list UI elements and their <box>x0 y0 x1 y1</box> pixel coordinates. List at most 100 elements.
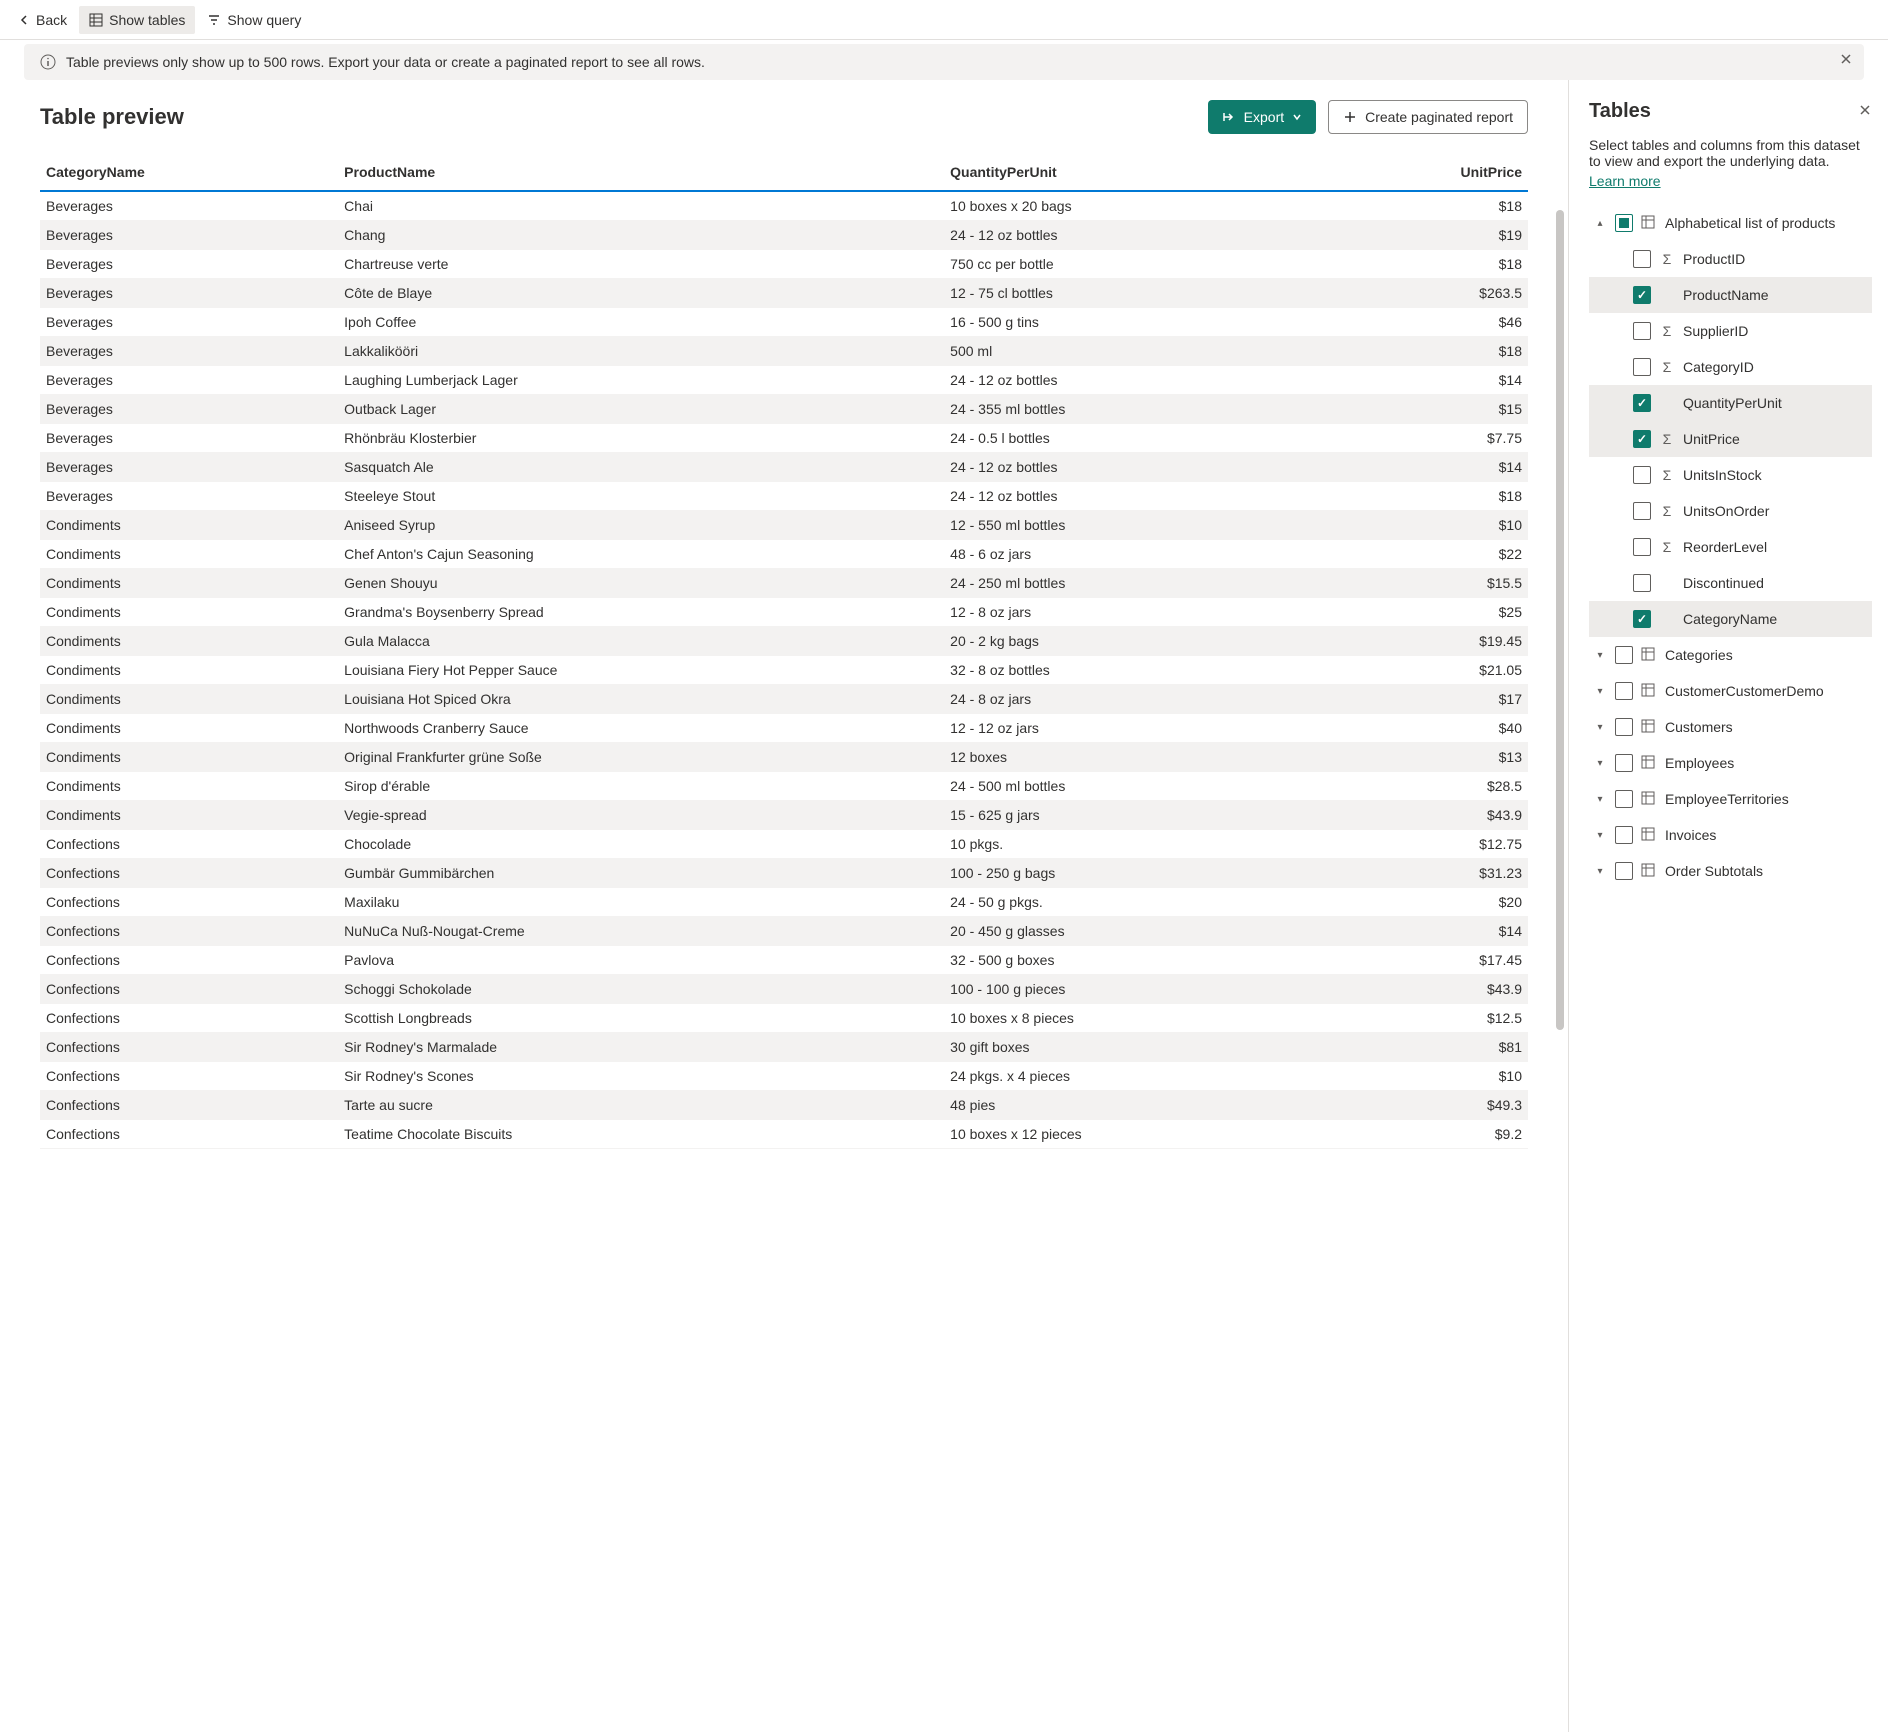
tree-column[interactable]: CategoryName <box>1589 601 1872 637</box>
tree-column[interactable]: ProductName <box>1589 277 1872 313</box>
tree-column[interactable]: QuantityPerUnit <box>1589 385 1872 421</box>
checkbox[interactable] <box>1633 322 1651 340</box>
table-row[interactable]: ConfectionsChocolade10 pkgs.$12.75 <box>40 830 1528 859</box>
scrollbar-thumb[interactable] <box>1556 210 1564 1030</box>
tree-table-expanded[interactable]: ▴Alphabetical list of products <box>1589 205 1872 241</box>
show-query-button[interactable]: Show query <box>197 6 311 34</box>
table-cell: $10 <box>1330 511 1528 540</box>
tree-column[interactable]: ΣSupplierID <box>1589 313 1872 349</box>
table-row[interactable]: BeveragesChartreuse verte750 cc per bott… <box>40 250 1528 279</box>
table-row[interactable]: BeveragesLaughing Lumberjack Lager24 - 1… <box>40 366 1528 395</box>
table-cell: Confections <box>40 975 338 1004</box>
table-row[interactable]: CondimentsChef Anton's Cajun Seasoning48… <box>40 540 1528 569</box>
table-row[interactable]: BeveragesChai10 boxes x 20 bags$18 <box>40 191 1528 221</box>
tree-table[interactable]: ▾CustomerCustomerDemo <box>1589 673 1872 709</box>
table-cell: 48 pies <box>944 1091 1330 1120</box>
checkbox[interactable] <box>1633 358 1651 376</box>
checkbox[interactable] <box>1633 574 1651 592</box>
table-row[interactable]: BeveragesSteeleye Stout24 - 12 oz bottle… <box>40 482 1528 511</box>
tree-column[interactable]: ΣUnitPrice <box>1589 421 1872 457</box>
column-header[interactable]: UnitPrice <box>1330 154 1528 191</box>
checkbox[interactable] <box>1633 610 1651 628</box>
tree-column[interactable]: ΣProductID <box>1589 241 1872 277</box>
table-row[interactable]: CondimentsAniseed Syrup12 - 550 ml bottl… <box>40 511 1528 540</box>
back-button[interactable]: Back <box>8 6 77 34</box>
table-row[interactable]: CondimentsLouisiana Hot Spiced Okra24 - … <box>40 685 1528 714</box>
checkbox[interactable] <box>1633 394 1651 412</box>
tree-column[interactable]: ΣUnitsInStock <box>1589 457 1872 493</box>
tree-column[interactable]: ΣReorderLevel <box>1589 529 1872 565</box>
table-row[interactable]: ConfectionsSir Rodney's Scones24 pkgs. x… <box>40 1062 1528 1091</box>
table-row[interactable]: CondimentsOriginal Frankfurter grüne Soß… <box>40 743 1528 772</box>
table-row[interactable]: BeveragesCôte de Blaye12 - 75 cl bottles… <box>40 279 1528 308</box>
tree-table[interactable]: ▾Order Subtotals <box>1589 853 1872 889</box>
table-row[interactable]: ConfectionsPavlova32 - 500 g boxes$17.45 <box>40 946 1528 975</box>
checkbox[interactable] <box>1633 250 1651 268</box>
table-row[interactable]: ConfectionsTeatime Chocolate Biscuits10 … <box>40 1120 1528 1149</box>
table-row[interactable]: CondimentsNorthwoods Cranberry Sauce12 -… <box>40 714 1528 743</box>
checkbox[interactable] <box>1615 646 1633 664</box>
checkbox[interactable] <box>1633 466 1651 484</box>
column-name: QuantityPerUnit <box>1683 395 1782 411</box>
table-row[interactable]: BeveragesSasquatch Ale24 - 12 oz bottles… <box>40 453 1528 482</box>
table-row[interactable]: ConfectionsSchoggi Schokolade100 - 100 g… <box>40 975 1528 1004</box>
table-cell: $18 <box>1330 191 1528 221</box>
table-row[interactable]: ConfectionsScottish Longbreads10 boxes x… <box>40 1004 1528 1033</box>
create-report-button[interactable]: Create paginated report <box>1328 100 1528 134</box>
table-row[interactable]: CondimentsGrandma's Boysenberry Spread12… <box>40 598 1528 627</box>
table-row[interactable]: BeveragesLakkalikööri500 ml$18 <box>40 337 1528 366</box>
tree-column[interactable]: ΣCategoryID <box>1589 349 1872 385</box>
checkbox[interactable] <box>1615 790 1633 808</box>
tree-column[interactable]: Discontinued <box>1589 565 1872 601</box>
panel-close-button[interactable] <box>1858 101 1872 122</box>
table-row[interactable]: BeveragesChang24 - 12 oz bottles$19 <box>40 221 1528 250</box>
tree-table[interactable]: ▾Employees <box>1589 745 1872 781</box>
show-tables-button[interactable]: Show tables <box>79 6 195 34</box>
column-header[interactable]: ProductName <box>338 154 944 191</box>
tree-column[interactable]: ΣUnitsOnOrder <box>1589 493 1872 529</box>
checkbox[interactable] <box>1633 286 1651 304</box>
table-row[interactable]: CondimentsLouisiana Fiery Hot Pepper Sau… <box>40 656 1528 685</box>
column-header[interactable]: CategoryName <box>40 154 338 191</box>
table-row[interactable]: CondimentsGula Malacca20 - 2 kg bags$19.… <box>40 627 1528 656</box>
table-cell: $15 <box>1330 395 1528 424</box>
info-close-button[interactable] <box>1840 52 1852 70</box>
tree-table[interactable]: ▾EmployeeTerritories <box>1589 781 1872 817</box>
table-cell: Louisiana Fiery Hot Pepper Sauce <box>338 656 944 685</box>
table-icon <box>1641 827 1657 844</box>
checkbox[interactable] <box>1633 430 1651 448</box>
table-row[interactable]: BeveragesRhönbräu Klosterbier24 - 0.5 l … <box>40 424 1528 453</box>
table-cell: Beverages <box>40 221 338 250</box>
checkbox[interactable] <box>1615 826 1633 844</box>
table-cell: $12.75 <box>1330 830 1528 859</box>
checkbox[interactable] <box>1633 538 1651 556</box>
table-cell: Louisiana Hot Spiced Okra <box>338 685 944 714</box>
table-row[interactable]: ConfectionsMaxilaku24 - 50 g pkgs.$20 <box>40 888 1528 917</box>
checkbox[interactable] <box>1615 718 1633 736</box>
table-row[interactable]: ConfectionsTarte au sucre48 pies$49.3 <box>40 1091 1528 1120</box>
table-row[interactable]: CondimentsVegie-spread15 - 625 g jars$43… <box>40 801 1528 830</box>
checkbox[interactable] <box>1615 862 1633 880</box>
checkbox[interactable] <box>1615 754 1633 772</box>
table-row[interactable]: CondimentsSirop d'érable24 - 500 ml bott… <box>40 772 1528 801</box>
table-row[interactable]: ConfectionsSir Rodney's Marmalade30 gift… <box>40 1033 1528 1062</box>
table-header-row: CategoryNameProductNameQuantityPerUnitUn… <box>40 154 1528 191</box>
table-row[interactable]: BeveragesOutback Lager24 - 355 ml bottle… <box>40 395 1528 424</box>
table-cell: $19.45 <box>1330 627 1528 656</box>
checkbox[interactable] <box>1633 502 1651 520</box>
table-cell: 750 cc per bottle <box>944 250 1330 279</box>
tree-table[interactable]: ▾Customers <box>1589 709 1872 745</box>
table-row[interactable]: CondimentsGenen Shouyu24 - 250 ml bottle… <box>40 569 1528 598</box>
table-cell: Beverages <box>40 366 338 395</box>
column-header[interactable]: QuantityPerUnit <box>944 154 1330 191</box>
tree-table[interactable]: ▾Categories <box>1589 637 1872 673</box>
export-button[interactable]: Export <box>1208 100 1316 134</box>
column-name: UnitsOnOrder <box>1683 503 1769 519</box>
tree-table[interactable]: ▾Invoices <box>1589 817 1872 853</box>
learn-more-link[interactable]: Learn more <box>1589 173 1661 189</box>
checkbox-indeterminate[interactable] <box>1615 214 1633 232</box>
table-row[interactable]: BeveragesIpoh Coffee16 - 500 g tins$46 <box>40 308 1528 337</box>
table-row[interactable]: ConfectionsGumbär Gummibärchen100 - 250 … <box>40 859 1528 888</box>
checkbox[interactable] <box>1615 682 1633 700</box>
table-row[interactable]: ConfectionsNuNuCa Nuß-Nougat-Creme20 - 4… <box>40 917 1528 946</box>
